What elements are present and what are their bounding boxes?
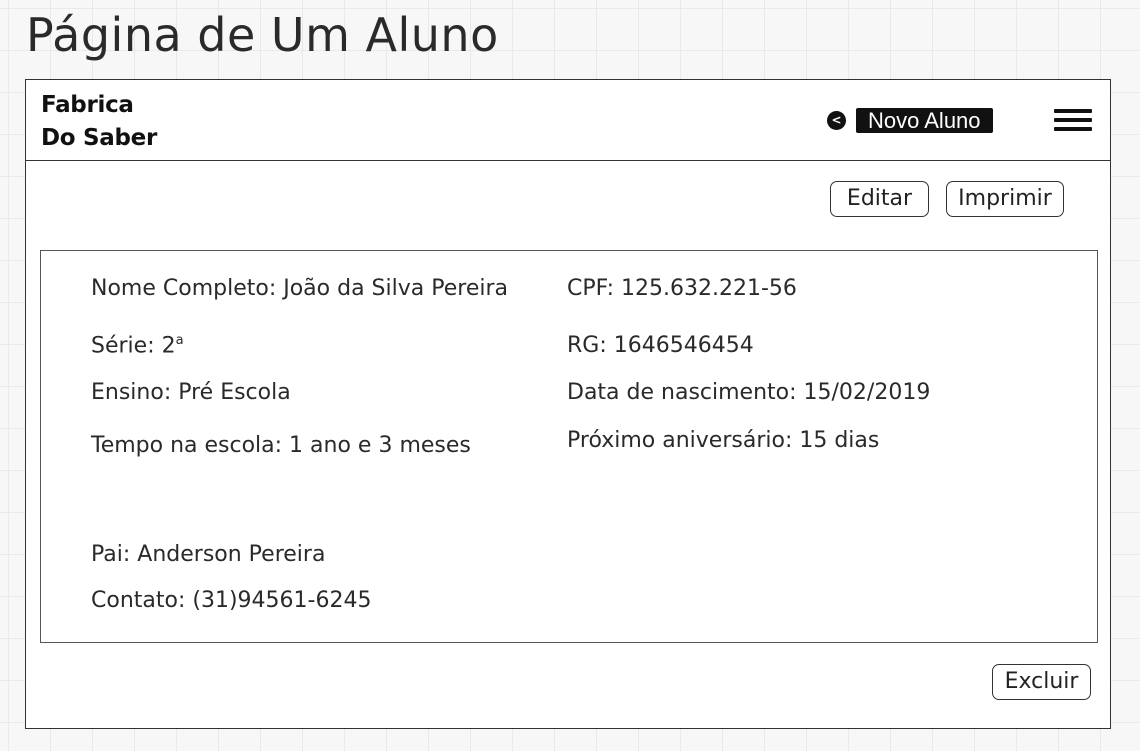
grade-value: Série: 2 [91, 333, 176, 359]
grade-ordinal: a [175, 333, 184, 348]
birth-date-field: Data de nascimento: 15/02/2019 [567, 380, 931, 405]
page-title: Página de Um Aluno [26, 8, 499, 62]
father-field: Pai: Anderson Pereira [91, 542, 326, 567]
delete-button[interactable]: Excluir [992, 664, 1091, 700]
logo[interactable]: Fabrica Do Saber [41, 89, 157, 155]
print-button[interactable]: Imprimir [946, 181, 1064, 217]
logo-line-2: Do Saber [41, 125, 157, 151]
rg-field: RG: 1646546454 [567, 333, 754, 358]
new-student-button[interactable]: Novo Aluno [856, 108, 993, 133]
edit-button[interactable]: Editar [830, 181, 929, 217]
next-birthday-field: Próximo aniversário: 15 dias [567, 428, 880, 453]
contact-field: Contato: (31)94561-6245 [91, 588, 372, 613]
top-bar: Fabrica Do Saber < Novo Aluno [26, 80, 1110, 161]
full-name-field: Nome Completo: João da Silva Pereira [91, 276, 508, 301]
cpf-field: CPF: 125.632.221-56 [567, 276, 797, 301]
hamburger-menu-icon[interactable] [1054, 108, 1092, 132]
app-window: Fabrica Do Saber < Novo Aluno Editar Imp… [25, 79, 1111, 729]
back-circle-icon[interactable]: < [827, 111, 846, 130]
level-field: Ensino: Pré Escola [91, 380, 291, 405]
grade-field: Série: 2a [91, 327, 184, 360]
student-details-card: Nome Completo: João da Silva Pereira Sér… [40, 250, 1098, 643]
time-at-school-field: Tempo na escola: 1 ano e 3 meses [91, 433, 471, 458]
logo-line-1: Fabrica [41, 92, 134, 118]
